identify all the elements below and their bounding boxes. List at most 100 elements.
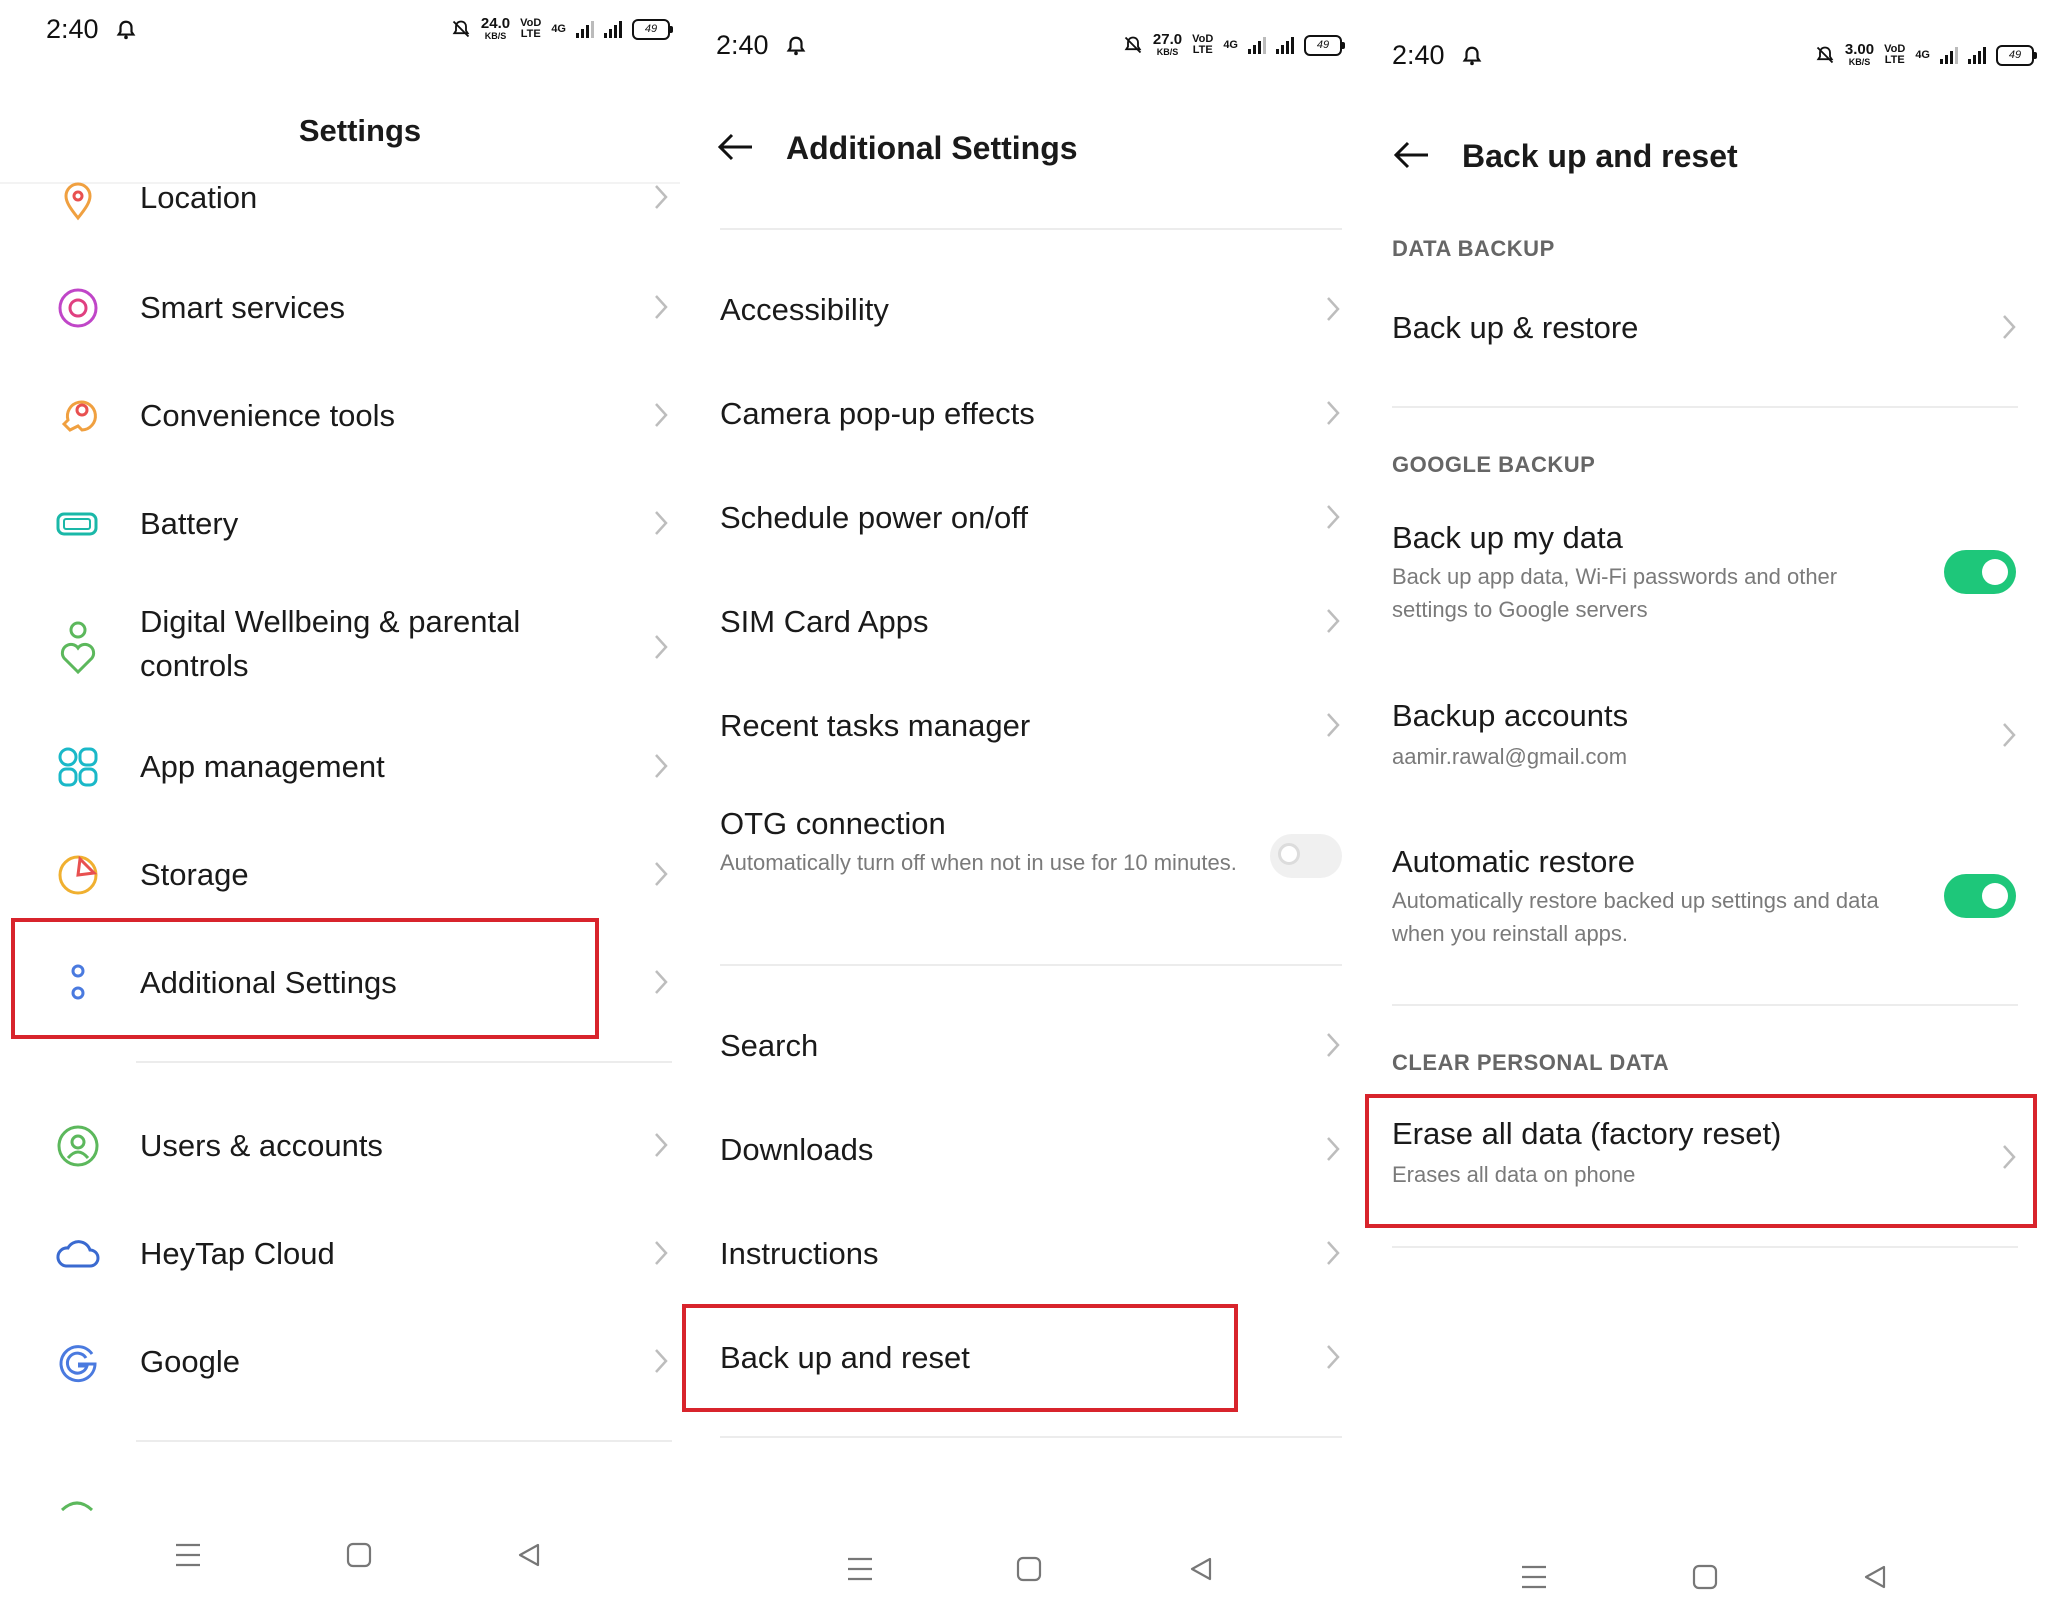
page-title: Settings: [298, 113, 422, 148]
menu-icon[interactable]: [846, 1556, 874, 1582]
list-item-backup-accounts[interactable]: Backup accounts aamir.rawal@gmail.com: [1352, 690, 2048, 800]
settings-item-google[interactable]: Google: [0, 1332, 680, 1392]
section-header-clear-personal-data: CLEAR PERSONAL DATA: [1392, 1050, 1670, 1075]
list-item-otg-connection[interactable]: OTG connection Automatically turn off wh…: [680, 796, 1352, 926]
list-item-recent-tasks-manager[interactable]: Recent tasks manager: [680, 696, 1352, 756]
back-arrow-icon[interactable]: [1392, 140, 1432, 170]
chevron-right-icon: [1327, 609, 1340, 633]
alarm-bell-icon: [1462, 46, 1482, 66]
settings-item-app-management[interactable]: App management: [0, 737, 680, 797]
settings-item-label: Google: [140, 1344, 240, 1379]
alarm-bell-icon: [786, 36, 806, 56]
storage-icon: [58, 855, 98, 895]
navigation-bar: [680, 1544, 1352, 1594]
volte-indicator: VoD LTE: [1884, 43, 1906, 66]
settings-item-battery[interactable]: Battery: [0, 494, 680, 554]
home-icon[interactable]: [1692, 1564, 1718, 1590]
settings-item-location[interactable]: Location: [0, 170, 680, 230]
list-item-subtitle: Automatically turn off when not in use f…: [720, 850, 1237, 875]
list-item-camera-popup-effects[interactable]: Camera pop-up effects: [680, 384, 1352, 444]
google-icon: [59, 1345, 97, 1383]
back-up-my-data-toggle[interactable]: [1944, 550, 2016, 594]
home-icon[interactable]: [346, 1542, 372, 1568]
settings-item-digital-wellbeing[interactable]: Digital Wellbeing & parental controls: [0, 596, 680, 696]
back-icon[interactable]: [1188, 1556, 1214, 1582]
settings-screen: 2:40 24.0 KB/S VoD LTE 4G 49 Settings Loc…: [0, 0, 680, 1613]
settings-item-users-accounts[interactable]: Users & accounts: [0, 1116, 680, 1176]
chevron-right-icon: [655, 1133, 668, 1157]
chevron-right-icon: [655, 1349, 668, 1373]
list-item-accessibility[interactable]: Accessibility: [680, 280, 1352, 340]
signal-icon: [1940, 46, 1958, 64]
list-item-search[interactable]: Search: [680, 1016, 1352, 1076]
highlight-box: [682, 1304, 1238, 1412]
settings-item-label: Battery: [140, 506, 239, 541]
menu-icon[interactable]: [174, 1542, 202, 1568]
settings-item-heytap-cloud[interactable]: HeyTap Cloud: [0, 1224, 680, 1284]
back-icon[interactable]: [516, 1542, 542, 1568]
volte-indicator: VoD LTE: [1192, 33, 1214, 56]
settings-item-label: Smart services: [140, 290, 345, 325]
section-header-google-backup: GOOGLE BACKUP: [1392, 452, 1596, 477]
list-item-label: Accessibility: [720, 292, 889, 327]
network-type: 4G: [551, 23, 566, 35]
chevron-right-icon: [1327, 1345, 1340, 1369]
menu-icon[interactable]: [1520, 1564, 1548, 1590]
list-item-subtitle: Back up app data, Wi-Fi passwords and ot…: [1392, 564, 1838, 622]
list-item-schedule-power[interactable]: Schedule power on/off: [680, 488, 1352, 548]
list-item-label: Automatic restore: [1392, 844, 1635, 879]
list-item-back-up-restore[interactable]: Back up & restore: [1352, 298, 2048, 358]
network-type: 4G: [1223, 39, 1238, 51]
list-item-downloads[interactable]: Downloads: [680, 1120, 1352, 1180]
chevron-right-icon: [1327, 1033, 1340, 1057]
settings-item-smart-services[interactable]: Smart services: [0, 278, 680, 338]
list-item-label: Camera pop-up effects: [720, 396, 1035, 431]
chevron-right-icon: [655, 635, 668, 659]
home-icon[interactable]: [1016, 1556, 1042, 1582]
volte-indicator: VoD LTE: [520, 17, 542, 40]
settings-item-convenience-tools[interactable]: Convenience tools: [0, 386, 680, 446]
list-item-label: Schedule power on/off: [720, 500, 1028, 535]
backup-reset-screen: 2:40 3.00 KB/S VoD LTE 4G 49 Back up and …: [1352, 0, 2048, 1613]
group-divider: [720, 1436, 1342, 1438]
otg-toggle[interactable]: [1270, 834, 1342, 878]
chevron-right-icon: [1327, 297, 1340, 321]
back-arrow-icon[interactable]: [716, 132, 756, 162]
network-type: 4G: [1915, 49, 1930, 61]
settings-item-storage[interactable]: Storage: [0, 845, 680, 905]
settings-item-label: Storage: [140, 857, 249, 892]
location-icon: [64, 182, 92, 221]
highlight-box: [11, 918, 599, 1039]
settings-item-label: App management: [140, 749, 385, 784]
chevron-right-icon: [655, 185, 668, 209]
battery-indicator: 49: [1304, 34, 1345, 56]
back-icon[interactable]: [1862, 1564, 1888, 1590]
list-item-label: Backup accounts: [1392, 698, 1629, 733]
settings-item-label: Location: [140, 180, 258, 215]
navigation-bar: [1352, 1552, 2048, 1602]
list-item-label: Back up my data: [1392, 520, 1623, 555]
list-item-sim-card-apps[interactable]: SIM Card Apps: [680, 592, 1352, 652]
list-item-label: Back up & restore: [1392, 310, 1639, 345]
chevron-right-icon: [2003, 315, 2016, 339]
navigation-bar: [0, 1530, 680, 1580]
smart-services-icon: [58, 288, 98, 328]
status-bar: 2:40 27.0 KB/S VoD LTE 4G 49: [680, 30, 1352, 80]
settings-item-label: Users & accounts: [140, 1128, 383, 1163]
network-speed: 3.00 KB/S: [1844, 41, 1875, 67]
page-header: Additional Settings: [680, 128, 1352, 188]
chevron-right-icon: [1327, 401, 1340, 425]
chevron-right-icon: [1327, 505, 1340, 529]
section-header-data-backup: DATA BACKUP: [1392, 236, 1555, 261]
list-item-instructions[interactable]: Instructions: [680, 1224, 1352, 1284]
list-item-label: Recent tasks manager: [720, 708, 1031, 743]
group-divider: [1392, 1246, 2018, 1248]
list-item-back-up-my-data[interactable]: Back up my data Back up app data, Wi-Fi …: [1352, 512, 2048, 642]
partial-item-icon: [60, 1501, 94, 1512]
chevron-right-icon: [655, 511, 668, 535]
settings-item-label: Convenience tools: [140, 398, 396, 433]
list-item-automatic-restore[interactable]: Automatic restore Automatically restore …: [1352, 836, 2048, 966]
status-time: 2:40: [716, 30, 769, 60]
automatic-restore-toggle[interactable]: [1944, 874, 2016, 918]
list-item-label: Downloads: [720, 1132, 874, 1167]
